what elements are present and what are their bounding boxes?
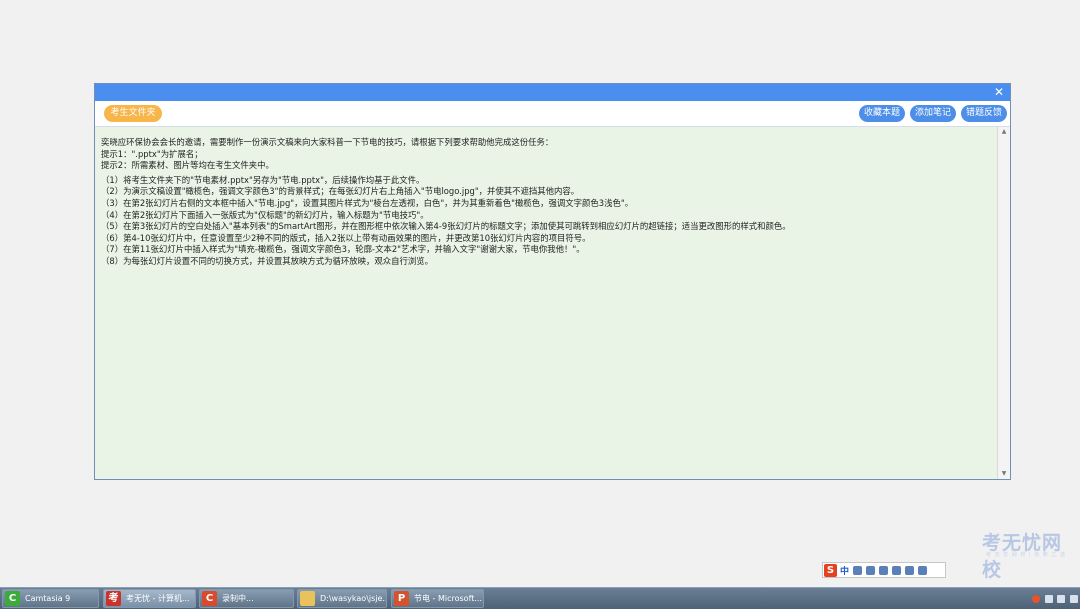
- task-3: （3）在第2张幻灯片右侧的文本框中插入"节电.jpg"，设置其图片样式为"棱台左…: [101, 197, 634, 208]
- task-2: （2）为演示文稿设置"橄榄色，强调文字颜色3"的背景样式；在每张幻灯片右上角插入…: [101, 186, 580, 197]
- sogou-logo-icon[interactable]: S: [824, 563, 837, 577]
- camtasia-icon: C: [5, 591, 20, 606]
- network-icon[interactable]: [1044, 594, 1053, 603]
- task-6: （6）第4-10张幻灯片中，任意设置至少2种不同的版式，插入2张以上带有动画效果…: [101, 232, 591, 243]
- folder-icon: [300, 591, 315, 606]
- taskbar-item-recording[interactable]: C 录制中...: [199, 589, 294, 608]
- close-button[interactable]: ✕: [992, 85, 1006, 99]
- ime-toolbar[interactable]: S 中: [822, 562, 946, 578]
- ime-mode-label[interactable]: 中: [840, 564, 849, 577]
- taskbar-item-powerpoint[interactable]: P 节电 - Microsoft...: [391, 589, 484, 608]
- taskbar-item-label: D:\wasykao\jsje...: [320, 594, 387, 603]
- error-feedback-button[interactable]: 错题反馈: [961, 105, 1007, 122]
- powerpoint-icon: P: [394, 591, 409, 606]
- punctuation-icon[interactable]: [853, 565, 863, 575]
- watermark-subtitle: 考 无 忧 网 校 | 信 赖 之 选: [986, 552, 1066, 558]
- taskbar: C Camtasia 9 考 考无忧 - 计算机... C 录制中... D:\…: [0, 587, 1080, 609]
- skin-icon[interactable]: [905, 565, 915, 575]
- add-note-button[interactable]: 添加笔记: [910, 105, 956, 122]
- task-1: （1）将考生文件夹下的"节电素材.pptx"另存为"节电.pptx"，后续操作均…: [101, 174, 425, 185]
- emoji-icon[interactable]: [866, 565, 876, 575]
- task-8: （8）为每张幻灯片设置不同的切换方式，并设置其放映方式为循环放映，观众自行浏览。: [101, 255, 433, 266]
- microphone-icon[interactable]: [879, 565, 889, 575]
- hint-1: 提示1：".pptx"为扩展名；: [101, 148, 203, 159]
- exam-dialog: ✕ 考生文件夹 收藏本题 添加笔记 错题反馈 奕晓应环保协会会长的邀请，需要制作…: [94, 83, 1011, 480]
- flag-icon[interactable]: [1069, 594, 1078, 603]
- scroll-down-arrow-icon[interactable]: ▼: [998, 469, 1010, 479]
- system-tray: [1030, 588, 1080, 609]
- toolbox-icon[interactable]: [918, 565, 928, 575]
- task-4: （4）在第2张幻灯片下面插入一张版式为"仅标题"的新幻灯片，输入标题为"节电技巧…: [101, 209, 429, 220]
- dialog-toolbar: 考生文件夹 收藏本题 添加笔记 错题反馈: [95, 101, 1010, 127]
- close-icon: ✕: [993, 85, 1005, 99]
- taskbar-item-folder[interactable]: D:\wasykao\jsje...: [297, 589, 387, 608]
- sogou-tray-icon[interactable]: [1032, 594, 1041, 603]
- taskbar-item-label: Camtasia 9: [25, 594, 71, 603]
- hint-2: 提示2：所需素材、图片等均在考生文件夹中。: [101, 160, 274, 171]
- keyboard-icon[interactable]: [892, 565, 902, 575]
- volume-icon[interactable]: [1057, 594, 1066, 603]
- exam-folder-button[interactable]: 考生文件夹: [104, 105, 162, 122]
- content-scrollbar[interactable]: ▲ ▼: [997, 127, 1010, 479]
- dialog-titlebar: ✕: [95, 84, 1010, 101]
- taskbar-item-camtasia[interactable]: C Camtasia 9: [2, 589, 99, 608]
- question-intro: 奕晓应环保协会会长的邀请，需要制作一份演示文稿来向大家科普一下节电的技巧，请根据…: [101, 137, 554, 147]
- task-5: （5）在第3张幻灯片的空白处插入"基本列表"的SmartArt图形，并在图形框中…: [101, 221, 791, 232]
- taskbar-item-kaowuyou[interactable]: 考 考无忧 - 计算机...: [103, 589, 196, 608]
- scroll-up-arrow-icon[interactable]: ▲: [998, 127, 1010, 137]
- question-content: 奕晓应环保协会会长的邀请，需要制作一份演示文稿来向大家科普一下节电的技巧，请根据…: [95, 127, 998, 479]
- kaowuyou-icon: 考: [106, 591, 121, 606]
- bookmark-question-button[interactable]: 收藏本题: [859, 105, 905, 122]
- taskbar-item-label: 录制中...: [222, 594, 254, 603]
- taskbar-item-label: 节电 - Microsoft...: [414, 594, 483, 603]
- recording-icon: C: [202, 591, 217, 606]
- task-7: （7）在第11张幻灯片中插入样式为"填充-橄榄色，强调文字颜色3，轮廓-文本2"…: [101, 244, 585, 255]
- taskbar-item-label: 考无忧 - 计算机...: [126, 594, 190, 603]
